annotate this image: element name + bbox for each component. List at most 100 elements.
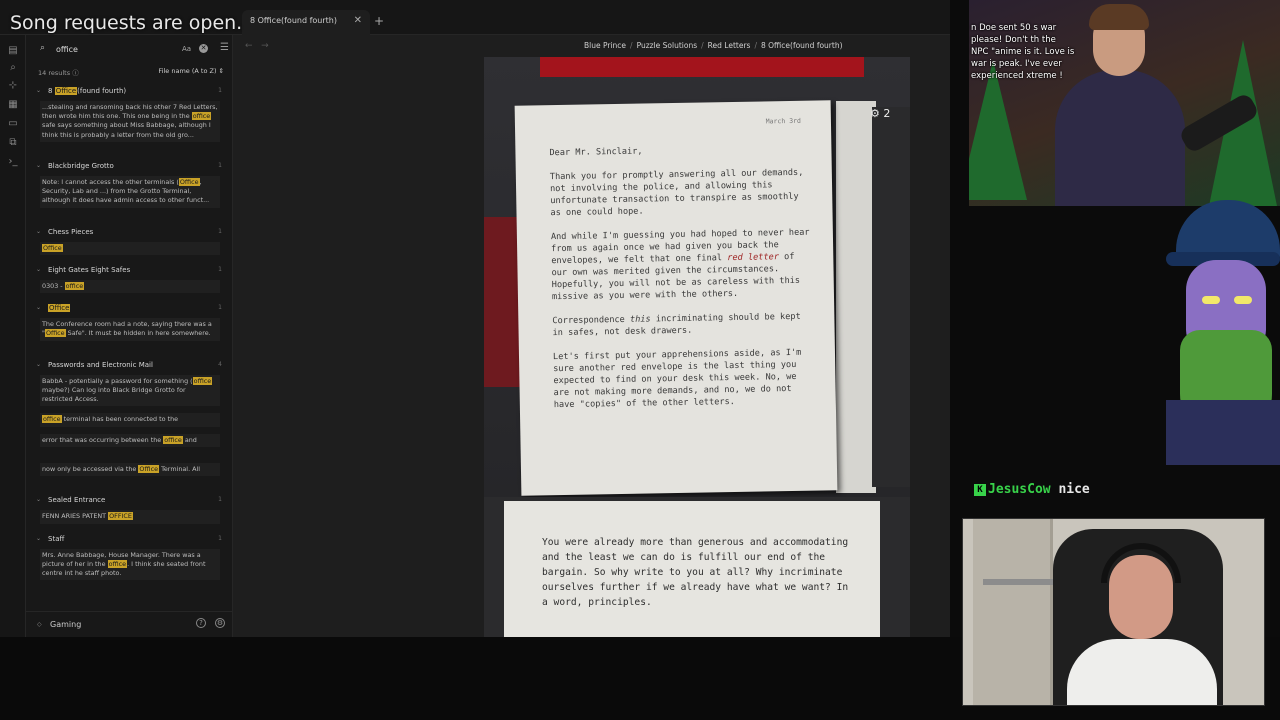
breadcrumb: Blue Prince / Puzzle Solutions / Red Letters…	[584, 41, 843, 50]
result-file-title[interactable]: Passwords and Electronic Mail	[48, 361, 153, 369]
calendar-icon[interactable]: ▭	[7, 118, 19, 129]
result-file-title[interactable]: Sealed Entrance	[48, 496, 105, 504]
search-input[interactable]: office	[56, 45, 78, 54]
sidebar-footer: ◇ Gaming ? ⚙	[26, 611, 233, 637]
graph-icon[interactable]: ⊹	[7, 80, 19, 91]
match-case-toggle[interactable]: Aa	[182, 45, 191, 53]
chat-text: nice	[1058, 482, 1090, 497]
result-file-header[interactable]: ⌄ Sealed Entrance 1	[34, 496, 230, 508]
files-icon[interactable]: ▤	[7, 45, 19, 56]
user-badge-icon: K	[974, 484, 986, 496]
embedded-screenshot: ⚙ 2 March 3rd Dear Mr. Sinclair, Thank y…	[484, 57, 910, 637]
editor-pane: ← → Blue Prince / Puzzle Solutions / Red Let…	[233, 35, 950, 637]
desk-edge	[872, 107, 910, 487]
breadcrumb-item: 8 Office(found fourth)	[760, 41, 843, 50]
help-icon[interactable]: ?	[196, 618, 206, 628]
search-match-snippet[interactable]: error that was occurring between the off…	[40, 433, 220, 447]
webcam-bottom	[962, 518, 1265, 706]
letter-paragraph: And while I'm guessing you had hoped to …	[550, 227, 810, 303]
search-icon[interactable]: ⌕	[7, 62, 19, 73]
search-match-snippet[interactable]: The Conference room had a note, saying t…	[40, 318, 220, 341]
letter-screenshot-bottom: You were already more than generous and …	[484, 497, 910, 637]
match-count: 1	[218, 304, 222, 312]
search-match-snippet[interactable]: Note: I cannot access the other terminal…	[40, 176, 220, 208]
result-file-header[interactable]: ⌄ 8 Office(found fourth) 1	[34, 87, 230, 99]
search-results: ⌄ 8 Office(found fourth) 1 ...stealing and …	[34, 87, 230, 607]
chevron-up-icon: ◇	[37, 621, 42, 628]
letter-body: Dear Mr. Sinclair, Thank you for promptl…	[549, 143, 814, 423]
search-match-snippet[interactable]: 0303 - office	[40, 280, 220, 294]
chevron-down-icon[interactable]: ⌄	[36, 361, 41, 368]
nav-arrows[interactable]: ← →	[245, 41, 269, 51]
chat-username: JesusCow	[988, 482, 1051, 497]
result-file-title[interactable]: 8 Office(found fourth)	[48, 87, 126, 95]
letter-date: March 3rd	[765, 116, 801, 126]
clear-icon[interactable]: ✕	[199, 44, 208, 53]
wizard-eye	[1202, 296, 1220, 304]
result-file-title[interactable]: Blackbridge Grotto	[48, 162, 114, 170]
obsidian-app: 8 Office(found fourth) ✕ + ▤ ⌕ ⊹ ▦ ▭ ⧉ ›…	[0, 0, 950, 637]
page-counter: ⚙ 2	[870, 107, 891, 120]
donation-message: n Doe sent 50 s war please! Don't th the…	[971, 23, 1075, 81]
tab-8-office[interactable]: 8 Office(found fourth) ✕	[242, 10, 370, 35]
result-file-header[interactable]: ⌄ Blackbridge Grotto 1	[34, 162, 230, 174]
search-match-snippet[interactable]: FENN ARIES PATENT OFFICE	[40, 510, 220, 524]
result-file-title[interactable]: Staff	[48, 535, 64, 543]
left-ribbon: ▤ ⌕ ⊹ ▦ ▭ ⧉ ›_	[0, 35, 26, 637]
result-file-header[interactable]: ⌄ Office 1	[34, 304, 230, 316]
letter-page-2: You were already more than generous and …	[504, 501, 880, 637]
letter-paragraph: Let's first put your apprehensions aside…	[552, 347, 802, 411]
chevron-down-icon[interactable]: ⌄	[36, 535, 41, 542]
streamer-torso	[1067, 639, 1217, 705]
result-file-header[interactable]: ⌄ Passwords and Electronic Mail 4	[34, 361, 230, 373]
stream-frame: 8 Office(found fourth) ✕ + ▤ ⌕ ⊹ ▦ ▭ ⧉ ›…	[0, 0, 1280, 720]
chevron-down-icon[interactable]: ⌄	[36, 304, 41, 311]
match-count: 1	[218, 266, 222, 273]
close-icon[interactable]: ✕	[354, 15, 362, 26]
result-file-title[interactable]: Chess Pieces	[48, 228, 93, 236]
result-file-title[interactable]: Eight Gates Eight Safes	[48, 266, 130, 274]
terminal-icon[interactable]: ›_	[7, 156, 19, 167]
paper-edge	[836, 101, 876, 493]
canvas-icon[interactable]: ▦	[7, 99, 19, 110]
templates-icon[interactable]: ⧉	[7, 137, 19, 148]
search-match-snippet[interactable]: Office	[40, 241, 220, 255]
settings-icon[interactable]: ⚙	[215, 618, 225, 628]
search-box[interactable]: ⌕ office Aa ✕ ☰	[34, 41, 229, 58]
match-count: 1	[218, 496, 222, 504]
match-count: 1	[218, 162, 222, 169]
sort-dropdown[interactable]: File name (A to Z) ⇕	[158, 67, 224, 75]
result-file-header[interactable]: ⌄ Chess Pieces 1	[34, 228, 230, 240]
chevron-down-icon[interactable]: ⌄	[36, 87, 41, 94]
match-count: 1	[218, 534, 222, 542]
letter-paragraph: Correspondence this incriminating should…	[552, 311, 801, 339]
breadcrumb-item[interactable]: Red Letters	[708, 41, 751, 50]
door	[973, 519, 1053, 705]
search-match-snippet[interactable]: now only be accessed via the Office Term…	[40, 463, 220, 477]
search-match-snippet[interactable]: Mrs. Anne Babbage, House Manager. There …	[40, 548, 220, 581]
result-file-title[interactable]: Office	[48, 304, 71, 313]
new-tab-button[interactable]: +	[374, 14, 384, 28]
search-match-snippet[interactable]: BabbA - potentially a password for somet…	[40, 374, 220, 407]
chevron-down-icon[interactable]: ⌄	[36, 266, 41, 273]
search-sidebar: ⌕ office Aa ✕ ☰ 14 results ⓘ File name (…	[26, 35, 233, 637]
result-file-header[interactable]: ⌄ Staff 1	[34, 535, 230, 547]
chevron-down-icon[interactable]: ⌄	[36, 162, 41, 169]
breadcrumb-item[interactable]: Blue Prince	[584, 41, 626, 50]
search-match-snippet[interactable]: ...stealing and ransoming back his other…	[40, 101, 220, 142]
letter-salutation: Dear Mr. Sinclair,	[549, 146, 643, 159]
chevron-down-icon[interactable]: ⌄	[36, 228, 41, 235]
search-match-snippet[interactable]: office terminal has been connected to th…	[40, 413, 220, 427]
match-count: 1	[218, 227, 222, 235]
letter-screenshot-top: ⚙ 2 March 3rd Dear Mr. Sinclair, Thank y…	[484, 57, 910, 497]
door-handle	[983, 579, 1053, 585]
letter-paragraph: Thank you for promptly answering all our…	[549, 167, 804, 219]
red-letter: March 3rd Dear Mr. Sinclair, Thank you f…	[514, 100, 838, 496]
chevron-down-icon[interactable]: ⌄	[36, 496, 41, 503]
breadcrumb-item[interactable]: Puzzle Solutions	[637, 41, 698, 50]
search-options-icon[interactable]: ☰	[220, 42, 229, 53]
results-count: 14 results	[38, 69, 71, 77]
streamer-torso	[1055, 70, 1185, 206]
result-file-header[interactable]: ⌄ Eight Gates Eight Safes 1	[34, 266, 230, 278]
vault-switcher[interactable]: Gaming	[50, 620, 81, 629]
